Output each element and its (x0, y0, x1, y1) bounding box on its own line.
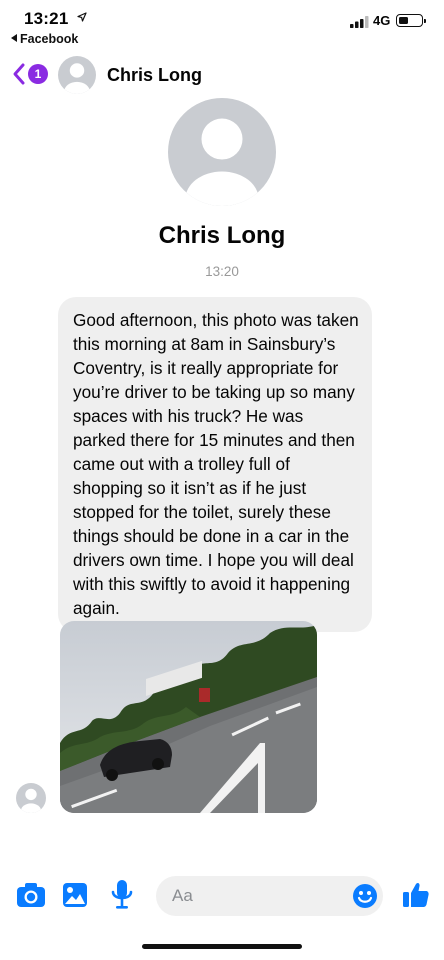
battery-icon (396, 14, 426, 27)
profile-avatar[interactable] (168, 98, 276, 206)
status-time: 13:21 (24, 9, 69, 28)
thumbs-up-icon[interactable] (402, 881, 430, 909)
gallery-icon[interactable] (62, 882, 88, 908)
status-bar: 13:21 Facebook 4G (0, 0, 444, 50)
message-composer (0, 874, 444, 918)
signal-icon (350, 16, 369, 28)
emoji-icon[interactable] (352, 883, 378, 909)
network-type: 4G (373, 13, 391, 28)
message-timestamp: 13:20 (205, 264, 239, 279)
chat-header: 1 Chris Long (0, 52, 444, 98)
back-triangle-icon (11, 34, 17, 42)
back-app-label: Facebook (20, 32, 79, 46)
location-arrow-icon (77, 12, 87, 22)
message-input-container[interactable] (156, 876, 383, 916)
parking-lot-photo (60, 621, 317, 813)
contact-name[interactable]: Chris Long (107, 65, 202, 86)
sender-avatar[interactable] (16, 783, 46, 813)
back-to-app-link[interactable]: Facebook (11, 32, 78, 46)
back-chevron-icon[interactable] (11, 62, 27, 86)
profile-name: Chris Long (158, 222, 286, 249)
photo-attachment[interactable] (60, 621, 317, 813)
camera-icon[interactable] (16, 882, 46, 908)
default-avatar-icon (58, 56, 96, 94)
default-avatar-icon (16, 783, 46, 813)
unread-count-badge[interactable]: 1 (28, 64, 48, 84)
message-bubble[interactable]: Good afternoon, this photo was taken thi… (58, 297, 372, 632)
contact-avatar[interactable] (58, 56, 96, 94)
microphone-icon[interactable] (110, 879, 134, 911)
default-avatar-icon (168, 98, 276, 206)
message-input[interactable] (172, 876, 342, 916)
home-indicator[interactable] (142, 944, 302, 949)
